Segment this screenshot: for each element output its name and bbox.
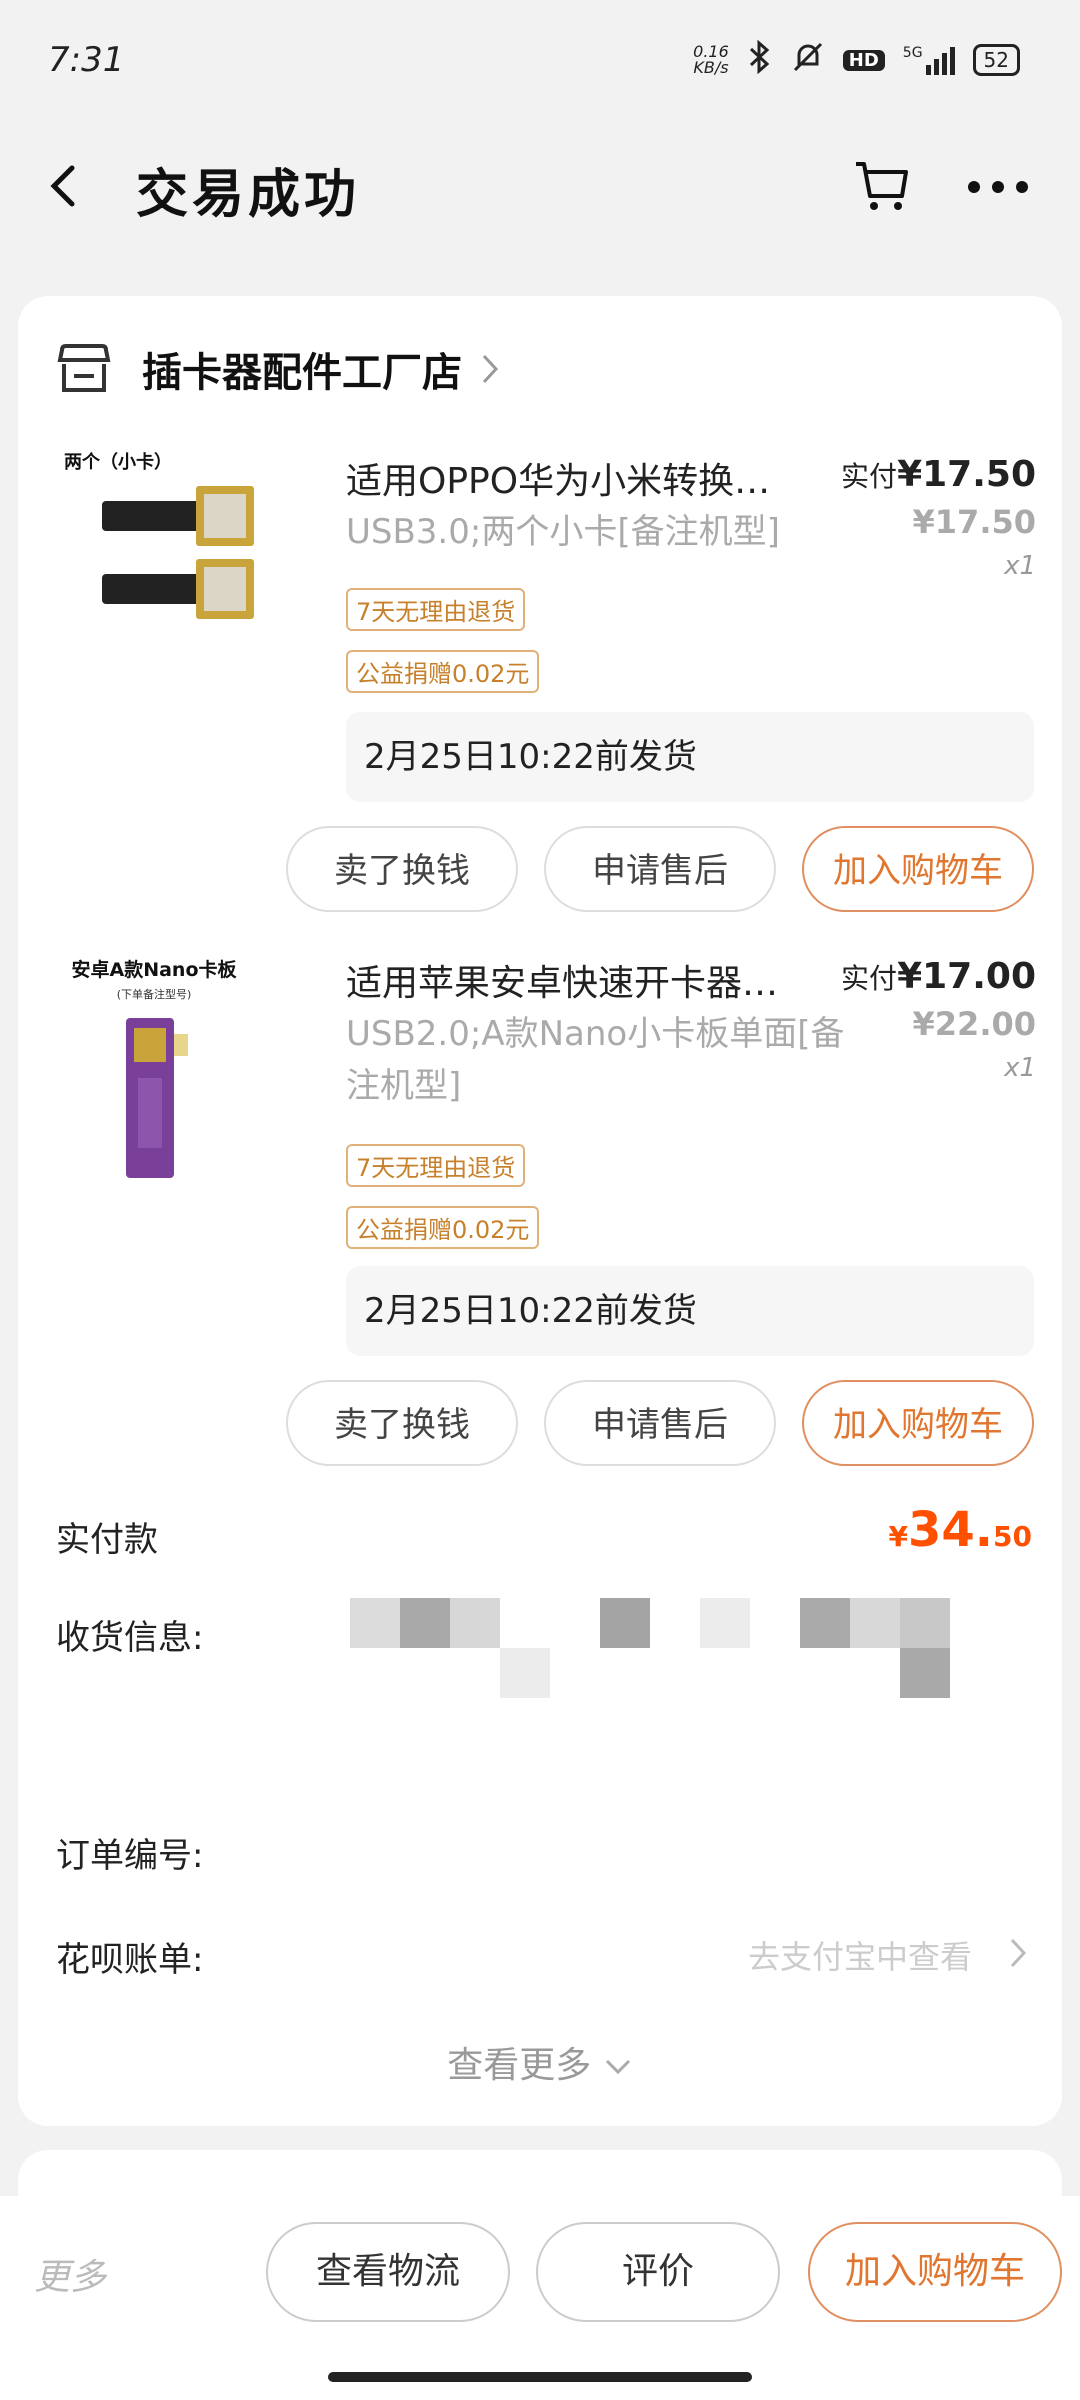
cart-button[interactable] [852,156,912,216]
bottom-add-to-cart-button[interactable]: 加入购物车 [808,2222,1062,2322]
review-button[interactable]: 评价 [536,2222,780,2322]
price-column: 实付¥17.00 ¥22.00 x1 [841,956,1036,1083]
signal-icon: 5G [903,45,955,75]
sell-button[interactable]: 卖了换钱 [286,826,518,912]
status-time: 7:31 [48,40,125,80]
more-actions-link[interactable]: 更多 [34,2248,106,2300]
total-integer: 34. [908,1502,994,1558]
bottom-action-bar: 更多 查看物流 评价 加入购物车 [0,2196,1080,2400]
back-button[interactable] [44,156,84,216]
back-arrow-icon [50,165,75,207]
charity-tag: 公益捐赠0.02元 [346,650,540,693]
huabei-bill-label: 花呗账单: [56,1940,204,1980]
paid-label: 实付 [841,962,898,995]
chevron-down-icon [605,2059,630,2075]
product-image-sublabel: (下单备注型号) [117,987,192,1001]
product-image-label: 安卓A款Nano卡板 [71,958,237,981]
network-speed-unit: KB/s [693,58,729,77]
chevron-right-icon [1010,1938,1027,1968]
paid-price: 实付¥17.00 [841,956,1036,997]
more-menu-button[interactable] [966,178,1030,196]
product-title[interactable]: 适用苹果安卓快速开卡器… [346,954,826,1006]
shop-name: 插卡器配件工厂店 [142,350,462,396]
after-sale-button[interactable]: 申请售后 [544,826,776,912]
add-to-cart-button[interactable]: 加入购物车 [802,826,1034,912]
add-to-cart-button[interactable]: 加入购物车 [802,1380,1034,1466]
original-price: ¥17.50 [912,503,1036,541]
battery-icon: 52 [972,44,1020,76]
mute-bell-icon [791,40,825,80]
order-card: 插卡器配件工厂店 两个（小卡） 适用OPPO华为小米转换… USB3.0;两个小… [18,296,1062,2126]
product-title[interactable]: 适用OPPO华为小米转换… [346,452,826,504]
store-icon [57,344,111,392]
product-image-label: 两个（小卡） [64,451,172,473]
total-paid-amount: ¥34.50 [889,1502,1032,1558]
cart-icon [856,162,908,210]
quantity: x1 [1004,551,1036,581]
quantity: x1 [1004,1053,1036,1083]
paid-price: 实付¥17.50 [841,454,1036,495]
status-bar: 7:31 0.16 KB/s HD 5G 52 [0,0,1080,120]
top-nav-bar: 交易成功 [0,130,1080,240]
product-image[interactable]: 两个（小卡） [54,446,254,646]
total-paid-label: 实付款 [56,1520,158,1560]
return-policy-tag: 7天无理由退货 [346,588,526,631]
price-column: 实付¥17.50 ¥17.50 x1 [841,454,1036,581]
chevron-right-icon [482,354,499,384]
paid-currency: ¥ [897,956,923,997]
paid-amount: 17.50 [922,454,1036,495]
total-currency: ¥ [888,1520,908,1553]
bluetooth-icon [747,39,773,80]
total-decimal: 50 [993,1520,1032,1553]
shop-header[interactable]: 插卡器配件工厂店 [56,334,500,404]
alipay-view-link[interactable]: 去支付宝中查看 [748,1932,972,1978]
charity-tag: 公益捐赠0.02元 [346,1206,540,1249]
original-price: ¥22.00 [912,1005,1036,1043]
order-number-label: 订单编号: [56,1836,204,1876]
view-more-label: 查看更多 [447,2045,592,2086]
page-title: 交易成功 [136,165,361,225]
return-policy-tag: 7天无理由退货 [346,1144,526,1187]
more-dots-icon [968,181,1028,193]
shipping-info-label: 收货信息: [56,1618,204,1658]
ship-time-note: 2月25日10:22前发货 [346,712,1034,802]
view-logistics-button[interactable]: 查看物流 [266,2222,510,2322]
product-image[interactable]: 安卓A款Nano卡板 (下单备注型号) [54,948,254,1188]
hd-badge: HD [842,49,885,71]
paid-amount: 17.00 [922,956,1036,997]
paid-currency: ¥ [897,454,923,495]
network-type: 5G [902,45,923,61]
ship-time-note: 2月25日10:22前发货 [346,1266,1034,1356]
status-icons: 0.16 KB/s HD 5G 52 [693,39,1020,80]
sell-button[interactable]: 卖了换钱 [286,1380,518,1466]
view-more-button[interactable]: 查看更多 [18,2036,1062,2088]
product-spec: USB3.0;两个小卡[备注机型] [346,512,780,552]
home-indicator[interactable] [328,2372,752,2382]
product-spec: USB2.0;A款Nano小卡板单面[备注机型] [346,1014,845,1106]
paid-label: 实付 [841,460,898,493]
after-sale-button[interactable]: 申请售后 [544,1380,776,1466]
network-speed: 0.16 KB/s [693,44,729,76]
